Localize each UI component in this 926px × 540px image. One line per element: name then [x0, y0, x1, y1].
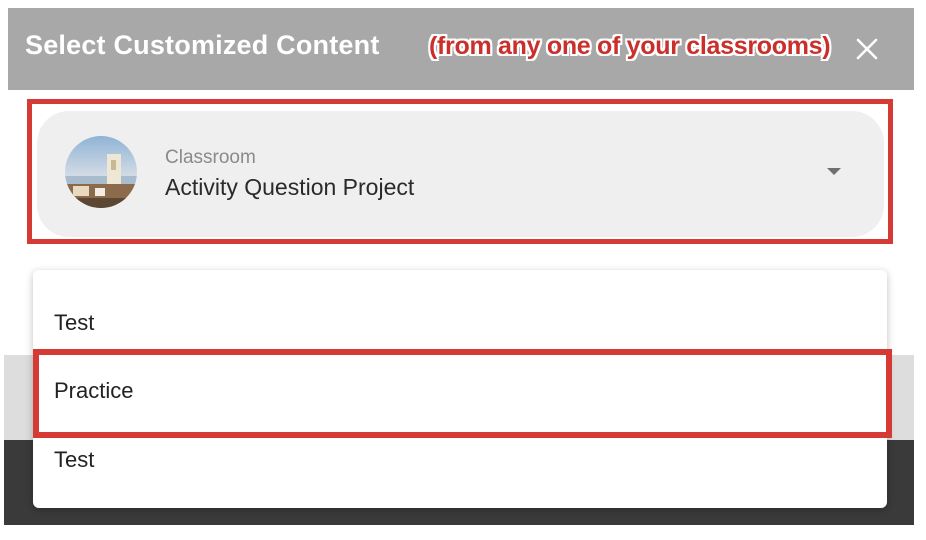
option-highlight-box — [33, 349, 892, 438]
close-icon[interactable] — [854, 36, 880, 62]
modal-title: Select Customized Content — [25, 30, 380, 60]
annotation-note: (from any one of your classrooms) — [429, 32, 831, 60]
modal-header: Select Customized Content (from any one … — [8, 8, 914, 90]
select-highlight-box — [27, 99, 893, 244]
option-label: Test — [54, 310, 95, 335]
option-label: Test — [54, 447, 95, 472]
menu-option-test[interactable]: Test — [33, 288, 887, 356]
